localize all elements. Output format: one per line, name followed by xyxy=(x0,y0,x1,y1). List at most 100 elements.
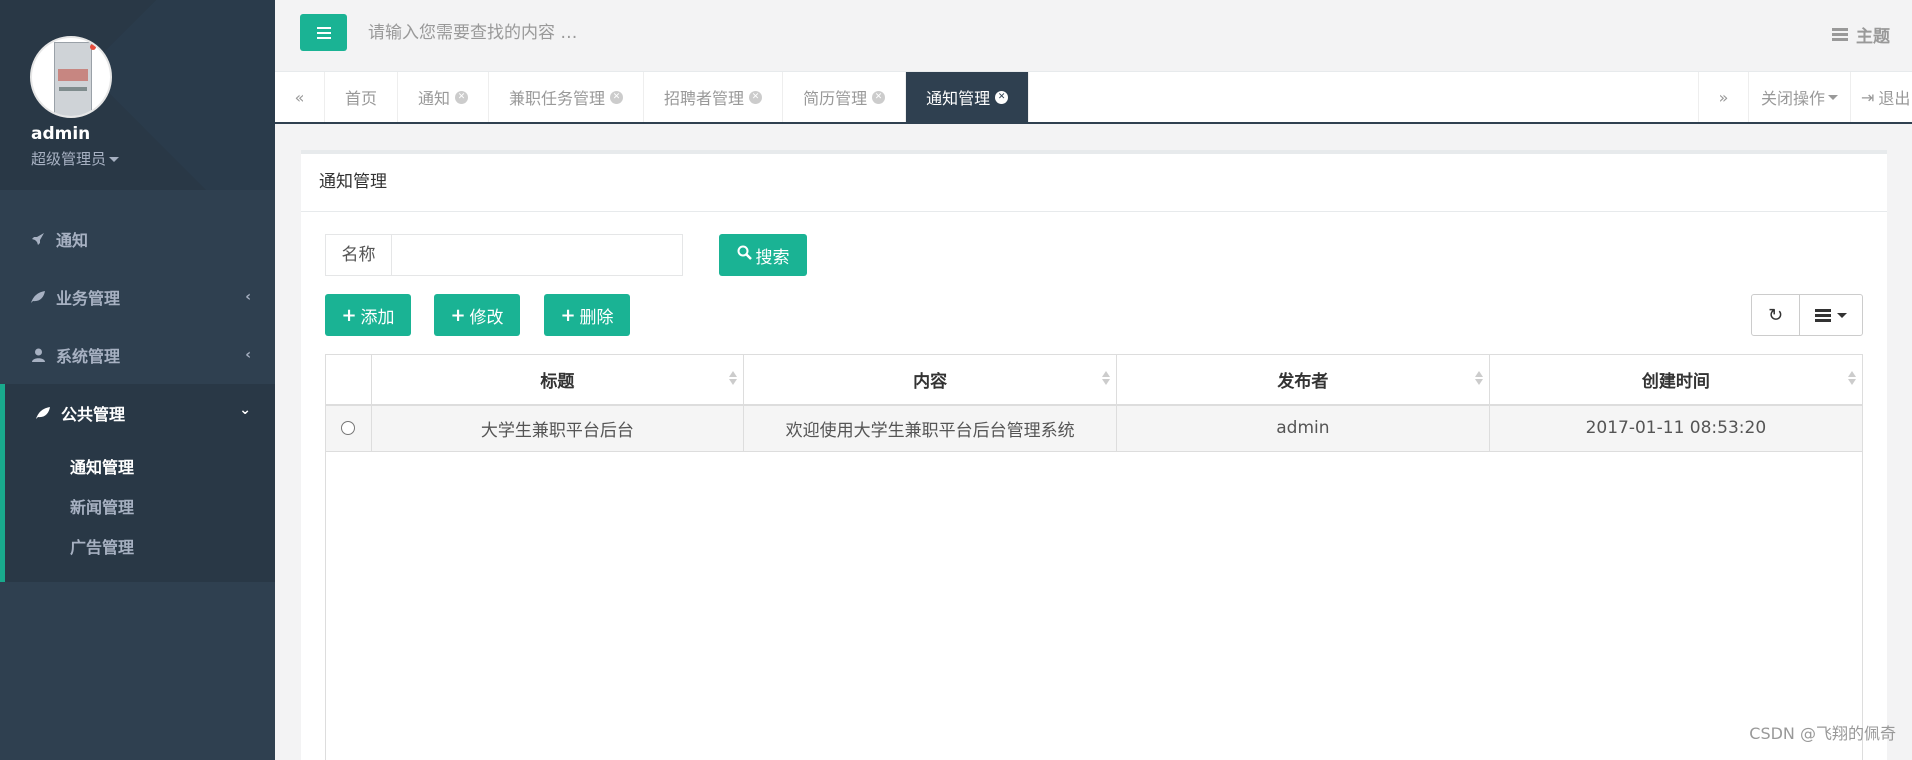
delete-button-label: 删除 xyxy=(579,307,614,328)
panel-title: 通知管理 xyxy=(301,154,1887,212)
list-icon xyxy=(1815,308,1831,322)
public-submenu: 通知管理 新闻管理 广告管理 xyxy=(0,442,275,582)
logout-label: 退出 xyxy=(1878,89,1911,108)
sidebar-item-label: 公共管理 xyxy=(61,405,126,424)
tab-label: 招聘者管理 xyxy=(664,89,745,108)
sort-icon xyxy=(1102,371,1110,385)
table-cell: 2017-01-11 08:53:20 xyxy=(1489,405,1862,452)
tab-notice-mgmt[interactable]: 通知管理 ✕ xyxy=(906,72,1030,122)
sidebar-item-label: 系统管理 xyxy=(56,347,121,366)
logout-icon: ⇥ xyxy=(1861,87,1875,107)
sidebar-subitem-ad-mgmt[interactable]: 广告管理 xyxy=(5,528,275,568)
sidebar-item-public[interactable]: 公共管理 ⌄ xyxy=(0,384,275,442)
column-header-label: 发布者 xyxy=(1277,372,1329,392)
column-header-created[interactable]: 创建时间 xyxy=(1489,355,1862,406)
close-icon[interactable]: ✕ xyxy=(610,90,624,104)
watermark: CSDN @飞翔的佩奇 xyxy=(1749,724,1896,743)
table-cell: admin xyxy=(1116,405,1490,452)
close-icon[interactable]: ✕ xyxy=(872,90,886,104)
sort-icon xyxy=(1474,371,1483,385)
theme-label: 主题 xyxy=(1856,27,1890,47)
content-panel: 通知管理 名称 搜索 + 添加 + 修改 + 删除 ↻ 标题 内容 发布者 创建… xyxy=(301,150,1887,760)
sidebar-item-label: 业务管理 xyxy=(56,289,121,308)
sidebar-item-notice[interactable]: 通知 xyxy=(0,210,275,268)
edit-button-label: 修改 xyxy=(469,307,504,328)
tab-label: 首页 xyxy=(345,89,378,108)
tab-label: 通知管理 xyxy=(926,89,991,108)
table-header-row: 标题 内容 发布者 创建时间 xyxy=(326,355,1862,406)
column-header-title[interactable]: 标题 xyxy=(371,355,745,406)
sidebar-item-system[interactable]: 系统管理 ‹ xyxy=(0,326,275,384)
table-cell: 大学生兼职平台后台 xyxy=(371,405,745,452)
caret-down-icon xyxy=(1828,94,1838,100)
close-icon[interactable]: ✕ xyxy=(749,90,763,104)
search-button-label: 搜索 xyxy=(755,247,790,268)
profile-role-dropdown[interactable]: 超级管理员 xyxy=(31,148,120,169)
tab-notice[interactable]: 通知 ✕ xyxy=(398,72,490,122)
column-header-label: 创建时间 xyxy=(1641,372,1710,392)
close-ops-dropdown[interactable]: 关闭操作 xyxy=(1747,72,1850,122)
refresh-button[interactable]: ↻ xyxy=(1752,295,1800,335)
tab-label: 兼职任务管理 xyxy=(509,89,606,108)
row-radio[interactable] xyxy=(341,421,356,436)
add-button[interactable]: + 添加 xyxy=(325,294,411,336)
double-right-icon: » xyxy=(1718,87,1729,107)
sidebar-subitem-news-mgmt[interactable]: 新闻管理 xyxy=(5,488,275,528)
table-cell: 欢迎使用大学生兼职平台后台管理系统 xyxy=(743,405,1117,452)
plus-icon: + xyxy=(560,304,576,326)
plus-icon: + xyxy=(450,304,466,326)
name-label: 名称 xyxy=(326,235,392,275)
top-search-input[interactable] xyxy=(368,16,868,50)
chevron-left-icon: ‹ xyxy=(245,289,251,305)
select-column-header xyxy=(326,355,372,406)
edit-button[interactable]: + 修改 xyxy=(434,294,520,336)
profile-role-label: 超级管理员 xyxy=(31,150,107,168)
column-header-content[interactable]: 内容 xyxy=(743,355,1117,406)
tab-parttime-tasks[interactable]: 兼职任务管理 ✕ xyxy=(489,72,645,122)
double-left-icon: « xyxy=(294,87,305,107)
rocket-icon xyxy=(30,232,46,246)
sort-icon xyxy=(1848,371,1856,385)
tabs-scroll-right-button[interactable]: » xyxy=(1697,72,1748,122)
search-icon xyxy=(737,245,752,265)
tabs-bar: « 首页 通知 ✕ 兼职任务管理 ✕ 招聘者管理 ✕ 简历管理 ✕ 通知管理 ✕… xyxy=(275,72,1912,124)
tab-controls: » 关闭操作 ⇥ 退出 xyxy=(1697,72,1912,122)
theme-icon xyxy=(1832,27,1848,42)
sidebar-subitem-notice-mgmt[interactable]: 通知管理 xyxy=(5,448,275,488)
delete-button[interactable]: + 删除 xyxy=(544,294,630,336)
caret-down-icon xyxy=(109,157,120,162)
sort-icon xyxy=(729,371,738,385)
columns-dropdown[interactable] xyxy=(1800,295,1862,335)
tab-label: 简历管理 xyxy=(803,89,868,108)
plus-icon: + xyxy=(341,304,357,326)
profile-name: admin xyxy=(31,124,91,144)
refresh-icon: ↻ xyxy=(1767,304,1784,326)
sidebar-item-label: 通知 xyxy=(56,231,89,250)
theme-button[interactable]: 主题 xyxy=(1832,22,1890,47)
avatar[interactable] xyxy=(30,36,112,118)
column-header-label: 标题 xyxy=(540,372,575,392)
logout-button[interactable]: ⇥ 退出 xyxy=(1850,72,1912,122)
leaf-icon xyxy=(35,406,51,420)
close-icon[interactable]: ✕ xyxy=(455,90,469,104)
tabs-scroll-left-button[interactable]: « xyxy=(275,72,325,122)
name-search-input[interactable] xyxy=(392,235,682,275)
tab-resumes[interactable]: 简历管理 ✕ xyxy=(783,72,907,122)
data-table: 标题 内容 发布者 创建时间 大学生兼职平台后台 欢迎使用大学生兼职平台后台管理… xyxy=(325,354,1863,760)
caret-down-icon xyxy=(1837,312,1847,318)
top-navbar: 主题 xyxy=(275,0,1912,72)
column-header-publisher[interactable]: 发布者 xyxy=(1116,355,1490,406)
search-button[interactable]: 搜索 xyxy=(719,234,807,276)
sidebar: admin 超级管理员 通知 业务管理 ‹ 系统管理 ‹ 公共管理 ⌄ 通知管理… xyxy=(0,0,275,760)
tab-home[interactable]: 首页 xyxy=(325,72,399,122)
sidebar-item-business[interactable]: 业务管理 ‹ xyxy=(0,268,275,326)
table-toolbar: ↻ xyxy=(1751,294,1863,336)
close-icon[interactable]: ✕ xyxy=(995,90,1009,104)
menu-toggle-button[interactable] xyxy=(300,14,347,51)
tab-recruiters[interactable]: 招聘者管理 ✕ xyxy=(644,72,784,122)
user-icon xyxy=(30,348,46,362)
sidebar-nav: 通知 业务管理 ‹ 系统管理 ‹ 公共管理 ⌄ 通知管理 新闻管理 广告管理 xyxy=(0,210,275,582)
name-search-group: 名称 xyxy=(325,234,683,276)
chevron-down-icon: ⌄ xyxy=(239,402,251,418)
table-row[interactable]: 大学生兼职平台后台 欢迎使用大学生兼职平台后台管理系统 admin 2017-0… xyxy=(326,405,1862,452)
